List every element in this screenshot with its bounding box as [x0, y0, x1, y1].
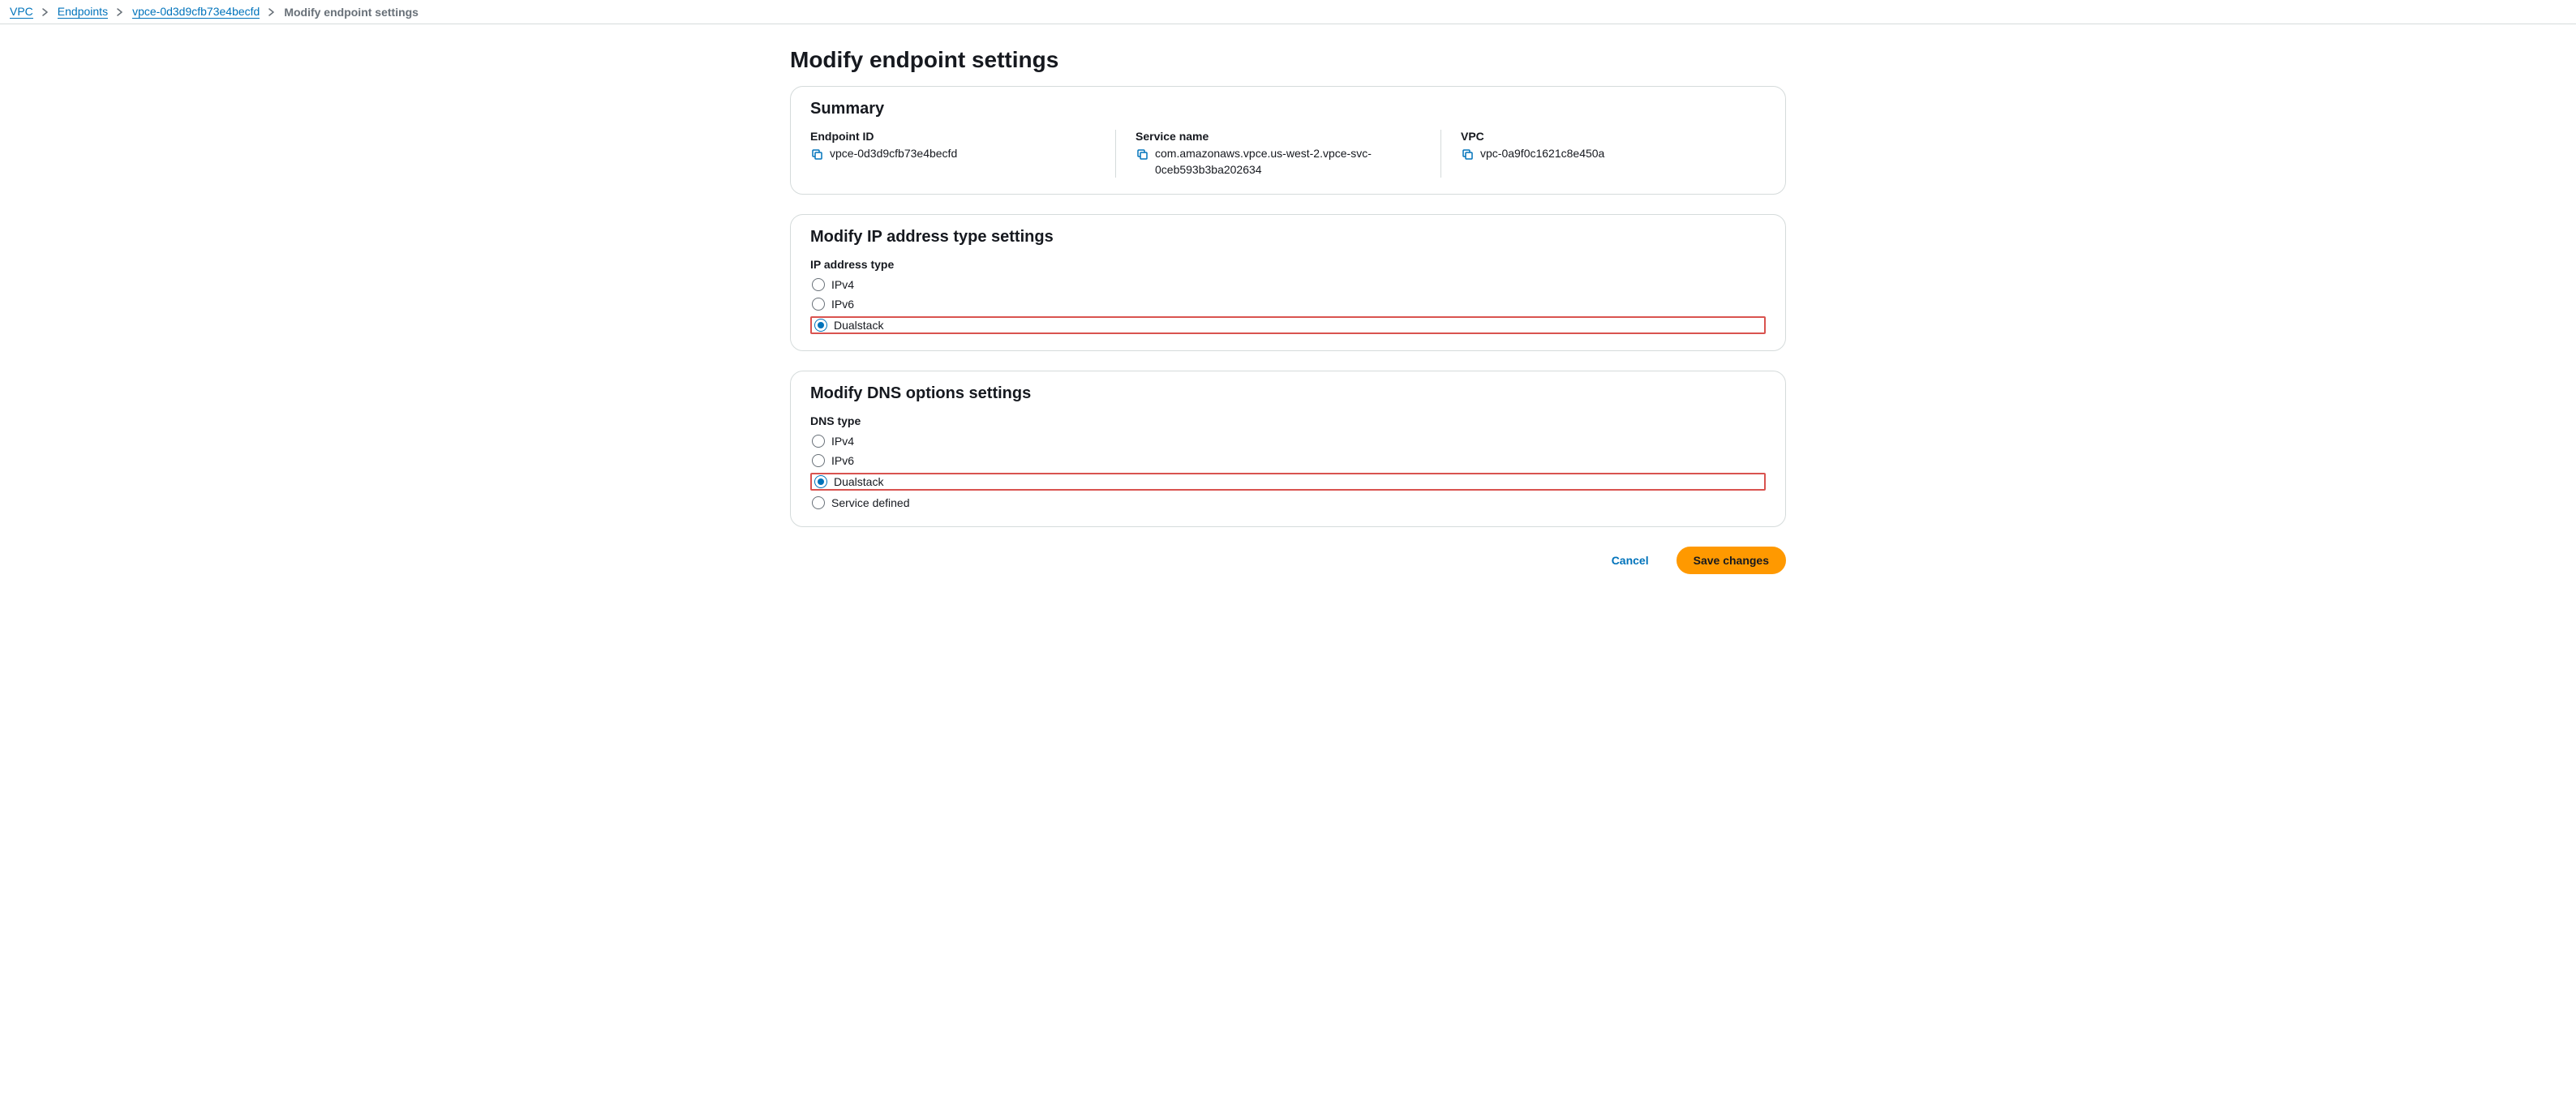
radio-dualstack[interactable]: Dualstack: [813, 318, 885, 332]
radio-label: IPv4: [831, 435, 854, 448]
ip-address-type-panel: Modify IP address type settings IP addre…: [790, 214, 1786, 351]
summary-value-text: vpc-0a9f0c1621c8e450a: [1480, 146, 1604, 162]
summary-panel: Summary Endpoint ID vpce-0d3d9cfb73e4bec…: [790, 86, 1786, 195]
ip-section-heading: Modify IP address type settings: [810, 228, 1766, 247]
page-title: Modify endpoint settings: [790, 47, 1786, 73]
summary-label: Service name: [1136, 130, 1421, 143]
radio-input-dns-ipv4[interactable]: [812, 435, 825, 448]
radio-dns-dualstack[interactable]: Dualstack: [813, 474, 885, 489]
summary-vpc: VPC vpc-0a9f0c1621c8e450a: [1440, 130, 1766, 178]
dns-section-heading: Modify DNS options settings: [810, 384, 1766, 403]
radio-dns-ipv6[interactable]: IPv6: [810, 453, 1766, 468]
highlight-box: Dualstack: [810, 316, 1766, 334]
dns-type-label: DNS type: [810, 414, 1766, 427]
radio-label: IPv6: [831, 454, 854, 467]
cancel-button[interactable]: Cancel: [1595, 547, 1665, 574]
summary-heading: Summary: [810, 100, 1766, 118]
radio-label: Dualstack: [834, 475, 883, 488]
copy-icon[interactable]: [1461, 148, 1474, 161]
copy-icon[interactable]: [1136, 148, 1148, 161]
radio-label: IPv4: [831, 278, 854, 291]
save-button[interactable]: Save changes: [1677, 547, 1786, 574]
radio-label: Dualstack: [834, 319, 883, 332]
breadcrumb-link-vpc[interactable]: VPC: [10, 5, 33, 19]
chevron-right-icon: [41, 6, 49, 19]
ip-address-type-label: IP address type: [810, 258, 1766, 271]
breadcrumb: VPC Endpoints vpce-0d3d9cfb73e4becfd Mod…: [0, 0, 2576, 24]
breadcrumb-current: Modify endpoint settings: [284, 6, 419, 19]
radio-ipv4[interactable]: IPv4: [810, 277, 1766, 292]
radio-label: Service defined: [831, 496, 910, 509]
radio-dns-ipv4[interactable]: IPv4: [810, 434, 1766, 448]
summary-value-text: vpce-0d3d9cfb73e4becfd: [830, 146, 957, 162]
chevron-right-icon: [116, 6, 124, 19]
radio-input-dns-dualstack[interactable]: [814, 475, 827, 488]
summary-service-name: Service name com.amazonaws.vpce.us-west-…: [1115, 130, 1440, 178]
summary-label: VPC: [1461, 130, 1746, 143]
radio-input-ipv6[interactable]: [812, 298, 825, 311]
dns-options-panel: Modify DNS options settings DNS type IPv…: [790, 371, 1786, 527]
radio-input-dns-service-defined[interactable]: [812, 496, 825, 509]
radio-input-dualstack[interactable]: [814, 319, 827, 332]
radio-input-ipv4[interactable]: [812, 278, 825, 291]
radio-label: IPv6: [831, 298, 854, 311]
breadcrumb-link-endpoint-id[interactable]: vpce-0d3d9cfb73e4becfd: [132, 5, 260, 19]
summary-value-text: com.amazonaws.vpce.us-west-2.vpce-svc-0c…: [1155, 146, 1421, 178]
chevron-right-icon: [268, 6, 276, 19]
summary-endpoint-id: Endpoint ID vpce-0d3d9cfb73e4becfd: [810, 130, 1115, 178]
breadcrumb-link-endpoints[interactable]: Endpoints: [58, 5, 108, 19]
highlight-box: Dualstack: [810, 473, 1766, 491]
button-row: Cancel Save changes: [790, 547, 1786, 574]
radio-dns-service-defined[interactable]: Service defined: [810, 495, 1766, 510]
summary-label: Endpoint ID: [810, 130, 1096, 143]
radio-input-dns-ipv6[interactable]: [812, 454, 825, 467]
copy-icon[interactable]: [810, 148, 823, 161]
ip-address-type-radio-group: IPv4 IPv6 Dualstack: [810, 277, 1766, 334]
radio-ipv6[interactable]: IPv6: [810, 297, 1766, 311]
dns-type-radio-group: IPv4 IPv6 Dualstack Service defined: [810, 434, 1766, 510]
